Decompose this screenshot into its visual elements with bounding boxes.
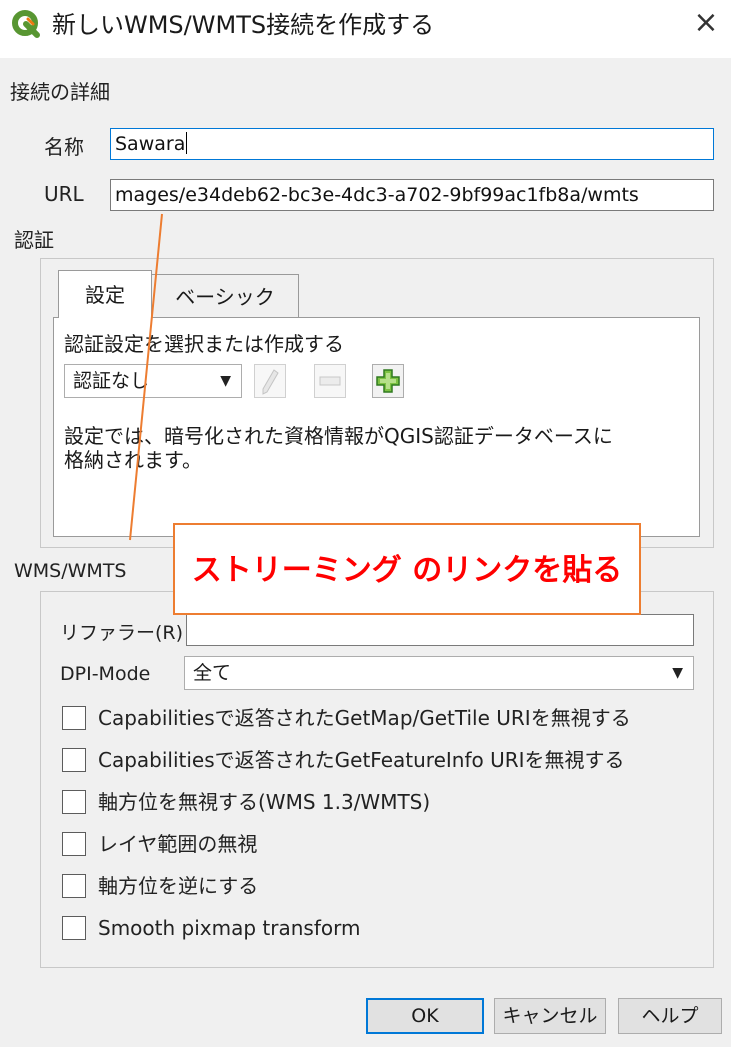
callout-text: ストリーミング のリンクを貼る (191, 553, 623, 588)
annotation-callout: ストリーミング のリンクを貼る (173, 523, 641, 615)
